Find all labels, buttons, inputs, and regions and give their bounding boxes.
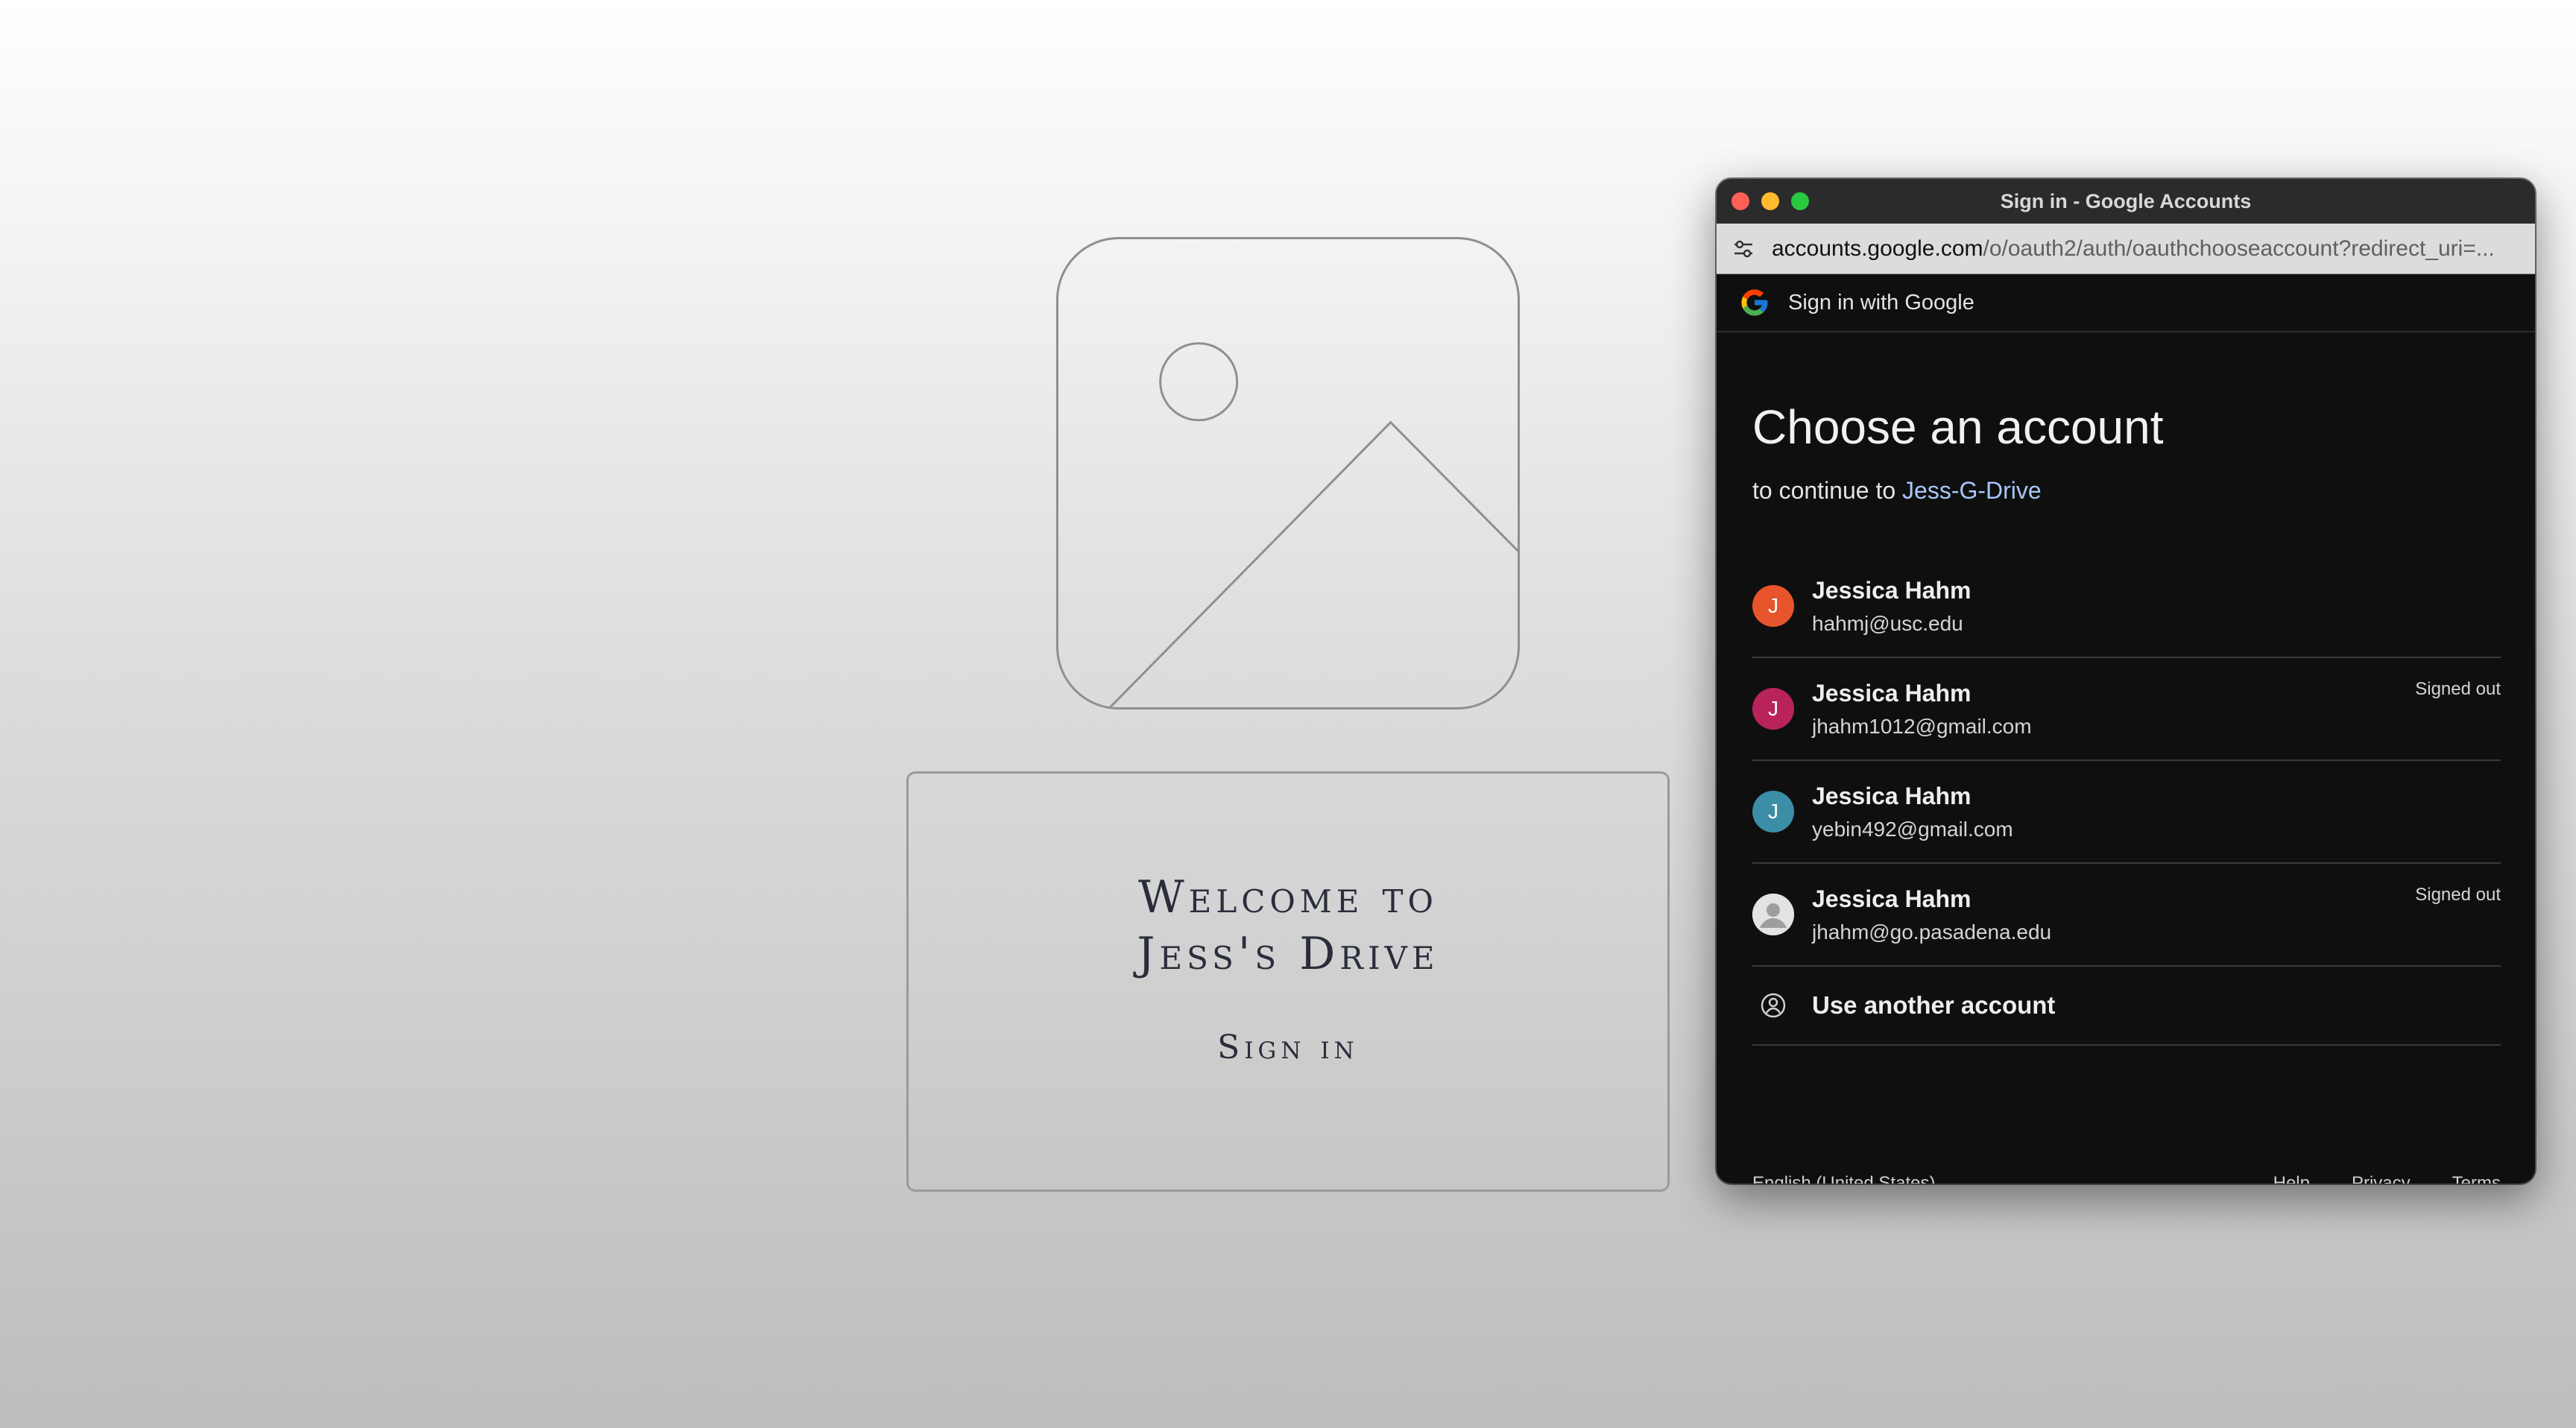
url-domain: accounts.google.com xyxy=(1772,236,1983,261)
app-name-link[interactable]: Jess-G-Drive xyxy=(1902,477,2042,504)
welcome-heading: Welcome to Jess's Drive xyxy=(1137,869,1439,982)
account-email: yebin492@gmail.com xyxy=(1812,817,2013,841)
account-name: Jessica Hahm xyxy=(1812,885,1972,912)
google-header: Sign in with Google xyxy=(1717,274,2535,332)
header-label: Sign in with Google xyxy=(1788,290,1974,315)
continue-prefix: to continue to xyxy=(1752,477,1896,504)
account-email: hahmj@usc.edu xyxy=(1812,611,1963,635)
welcome-line-2: Jess's Drive xyxy=(1137,928,1439,980)
account-name: Jessica Hahm xyxy=(1812,576,1972,604)
continue-subtitle: to continue to Jess-G-Drive xyxy=(1752,477,2501,505)
url-text[interactable]: accounts.google.com/o/oauth2/auth/oauthc… xyxy=(1772,236,2517,262)
account-text: Jessica Hahm hahmj@usc.edu xyxy=(1812,577,1971,636)
account-item[interactable]: J Jessica Hahm yebin492@gmail.com xyxy=(1752,761,2501,864)
help-link[interactable]: Help xyxy=(2273,1173,2310,1184)
site-settings-icon[interactable] xyxy=(1729,234,1758,264)
account-chooser: Choose an account to continue to Jess-G-… xyxy=(1717,399,2535,1046)
account-text: Jessica Hahm jhahm@go.pasadena.edu xyxy=(1812,885,2051,944)
account-name: Jessica Hahm xyxy=(1812,782,1972,809)
google-signin-popup: Sign in - Google Accounts accounts.googl… xyxy=(1717,179,2535,1184)
account-item[interactable]: J Jessica Hahm hahmj@usc.edu xyxy=(1752,555,2501,658)
account-name: Jessica Hahm xyxy=(1812,679,1972,707)
window-titlebar[interactable]: Sign in - Google Accounts xyxy=(1717,179,2535,224)
address-bar[interactable]: accounts.google.com/o/oauth2/auth/oauthc… xyxy=(1717,224,2535,274)
sign-in-button[interactable]: Sign in xyxy=(1217,1029,1359,1067)
account-email: jhahm@go.pasadena.edu xyxy=(1812,920,2052,944)
avatar: J xyxy=(1752,688,1794,730)
use-another-account-button[interactable]: Use another account xyxy=(1752,967,2501,1046)
terms-link[interactable]: Terms xyxy=(2452,1173,2501,1184)
use-another-account-label: Use another account xyxy=(1812,991,2056,1019)
account-circle-icon xyxy=(1752,985,1794,1026)
account-list: J Jessica Hahm hahmj@usc.edu J Jessica H… xyxy=(1752,555,2501,967)
account-email: jhahm1012@gmail.com xyxy=(1812,714,2032,738)
window-title: Sign in - Google Accounts xyxy=(2000,189,2252,212)
footer-links: Help Privacy Terms xyxy=(2273,1173,2501,1184)
account-item[interactable]: Jessica Hahm jhahm@go.pasadena.edu Signe… xyxy=(1752,864,2501,967)
signed-out-status: Signed out xyxy=(2415,679,2501,699)
page-title: Choose an account xyxy=(1752,400,2164,454)
maximize-window-button[interactable] xyxy=(1791,192,1809,210)
account-text: Jessica Hahm yebin492@gmail.com xyxy=(1812,783,2013,841)
welcome-card: Welcome to Jess's Drive Sign in xyxy=(906,771,1670,1192)
welcome-line-1: Welcome to xyxy=(1138,871,1438,923)
signed-out-status: Signed out xyxy=(2415,885,2501,905)
mountain-picture-icon xyxy=(1109,342,1518,707)
account-item[interactable]: J Jessica Hahm jhahm1012@gmail.com Signe… xyxy=(1752,658,2501,761)
default-avatar-icon xyxy=(1752,894,1794,935)
minimize-window-button[interactable] xyxy=(1761,192,1779,210)
url-path: /o/oauth2/auth/oauthchooseaccount?redire… xyxy=(1983,236,2495,261)
footer: English (United States) Help Privacy Ter… xyxy=(1752,1173,2501,1184)
account-text: Jessica Hahm jhahm1012@gmail.com xyxy=(1812,680,2032,739)
avatar: J xyxy=(1752,791,1794,833)
language-selector[interactable]: English (United States) xyxy=(1752,1173,1935,1184)
image-placeholder-icon xyxy=(1056,237,1520,710)
privacy-link[interactable]: Privacy xyxy=(2352,1173,2411,1184)
avatar: J xyxy=(1752,585,1794,627)
close-window-button[interactable] xyxy=(1731,192,1749,210)
google-logo-icon xyxy=(1741,289,1768,316)
window-controls xyxy=(1731,192,1809,210)
